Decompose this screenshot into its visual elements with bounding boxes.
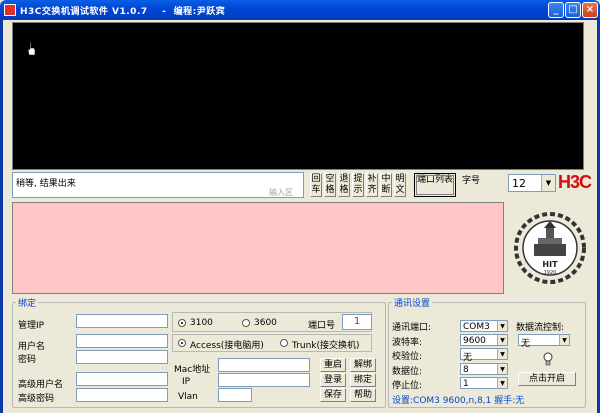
terminal-output[interactable] — [12, 22, 584, 170]
ip-label: IP — [182, 377, 191, 387]
radio-3600-label: 3600 — [254, 318, 277, 328]
app-icon — [4, 4, 16, 16]
username-field[interactable] — [76, 334, 168, 348]
bind-button[interactable]: 绑定 — [350, 373, 376, 387]
chevron-down-icon[interactable]: ▼ — [559, 335, 569, 345]
close-button[interactable]: × — [582, 2, 598, 18]
baud-select[interactable]: 9600 ▼ — [460, 334, 508, 346]
port-list-button[interactable]: 端口列表 — [414, 173, 456, 197]
hit-emblem-icon: HIT 1920 — [514, 212, 586, 284]
adv-username-field[interactable] — [76, 372, 168, 386]
chevron-down-icon[interactable]: ▼ — [541, 175, 555, 191]
comm-settings-title: 通讯设置 — [392, 296, 433, 309]
vlan-label: Vlan — [178, 392, 198, 402]
command-input[interactable]: 稍等, 结果出来 输入区 — [12, 172, 304, 198]
parity-select[interactable]: 无 ▼ — [460, 348, 508, 363]
stopbits-label: 停止位: — [392, 381, 423, 391]
flow-control-select[interactable]: 无 ▼ — [518, 334, 570, 349]
radio-3600[interactable] — [242, 319, 250, 327]
secondary-output[interactable] — [12, 202, 504, 294]
radio-trunk[interactable] — [280, 339, 288, 347]
space-button[interactable]: 空格 — [324, 173, 336, 197]
password-label: 密码 — [18, 355, 37, 365]
mgmt-ip-field[interactable] — [76, 314, 168, 328]
mac-label: Mac地址 — [174, 365, 211, 375]
databits-label: 数据位: — [392, 367, 423, 377]
chevron-down-icon[interactable]: ▼ — [497, 349, 507, 359]
stopbits-value: 1 — [463, 379, 469, 389]
username-label: 用户名 — [18, 342, 46, 352]
baud-label: 波特率: — [392, 338, 423, 348]
adv-password-label: 高级密码 — [18, 394, 55, 404]
radio-access[interactable] — [178, 339, 186, 347]
font-size-select[interactable]: 12 ▼ — [508, 174, 556, 192]
ip-field[interactable] — [218, 373, 310, 387]
maximize-button[interactable]: □ — [565, 2, 581, 18]
radio-access-label: Access(接电脑用) — [190, 341, 264, 351]
backspace-button[interactable]: 退格 — [338, 173, 350, 197]
chevron-down-icon[interactable]: ▼ — [497, 321, 507, 331]
comm-port-value: COM3 — [463, 322, 490, 332]
login-button[interactable]: 登录 — [320, 373, 346, 387]
unbind-button[interactable]: 解绑 — [350, 358, 376, 372]
input-hint: 输入区 — [269, 188, 293, 197]
radio-3100-label: 3100 — [190, 318, 213, 328]
lightbulb-icon — [543, 352, 553, 366]
comm-status-text: 设置:COM3 9600,n,8,1 握手:无 — [392, 396, 525, 406]
mouse-cursor-icon — [28, 42, 36, 56]
radio-3100[interactable] — [178, 319, 186, 327]
vlan-field[interactable] — [218, 388, 252, 402]
password-field[interactable] — [76, 350, 168, 364]
enter-button[interactable]: 回车 — [310, 173, 322, 197]
minimize-button[interactable]: _ — [548, 2, 564, 18]
radio-trunk-label: Trunk(接交换机) — [292, 341, 360, 351]
comm-port-select[interactable]: COM3 ▼ — [460, 320, 508, 332]
h3c-logo: H3C — [558, 172, 592, 192]
baud-value: 9600 — [463, 336, 486, 346]
complete-button[interactable]: 补齐 — [366, 173, 378, 197]
window-title: H3C交换机调试软件 V1.0.7 - 编程:尹跃宾 — [20, 7, 226, 17]
port-number-label: 端口号 — [308, 321, 336, 331]
svg-text:HIT: HIT — [542, 260, 558, 269]
window-frame-left — [0, 20, 3, 413]
port-number-field[interactable]: 1 — [342, 314, 372, 330]
chevron-down-icon[interactable]: ▼ — [497, 364, 507, 374]
font-size-value: 12 — [512, 177, 526, 190]
input-text: 稍等, 结果出来 — [16, 179, 76, 189]
save-button[interactable]: 保存 — [320, 388, 346, 402]
chevron-down-icon[interactable]: ▼ — [497, 378, 507, 388]
interrupt-button[interactable]: 中断 — [380, 173, 392, 197]
mac-field[interactable] — [218, 358, 310, 372]
flow-control-value: 无 — [521, 339, 531, 349]
adv-password-field[interactable] — [76, 388, 168, 402]
binding-group-title: 绑定 — [16, 296, 39, 309]
flow-control-label: 数据流控制: — [516, 323, 565, 333]
restart-button[interactable]: 重启 — [320, 358, 346, 372]
chevron-down-icon[interactable]: ▼ — [497, 335, 507, 345]
comm-port-label: 通讯端口: — [392, 323, 432, 333]
databits-value: 8 — [463, 365, 469, 375]
font-size-label: 字号 — [462, 176, 481, 186]
parity-label: 校验位: — [392, 352, 423, 362]
svg-text:1920: 1920 — [544, 270, 557, 276]
open-port-button[interactable]: 点击开启 — [518, 372, 576, 386]
stopbits-select[interactable]: 1 ▼ — [460, 377, 508, 389]
mgmt-ip-label: 管理IP — [18, 321, 45, 331]
parity-value: 无 — [463, 353, 473, 363]
adv-username-label: 高级用户名 — [18, 380, 64, 390]
databits-select[interactable]: 8 ▼ — [460, 363, 508, 375]
hint-button[interactable]: 提示 — [352, 173, 364, 197]
plaintext-button[interactable]: 明文 — [394, 173, 406, 197]
help-button[interactable]: 帮助 — [350, 388, 376, 402]
